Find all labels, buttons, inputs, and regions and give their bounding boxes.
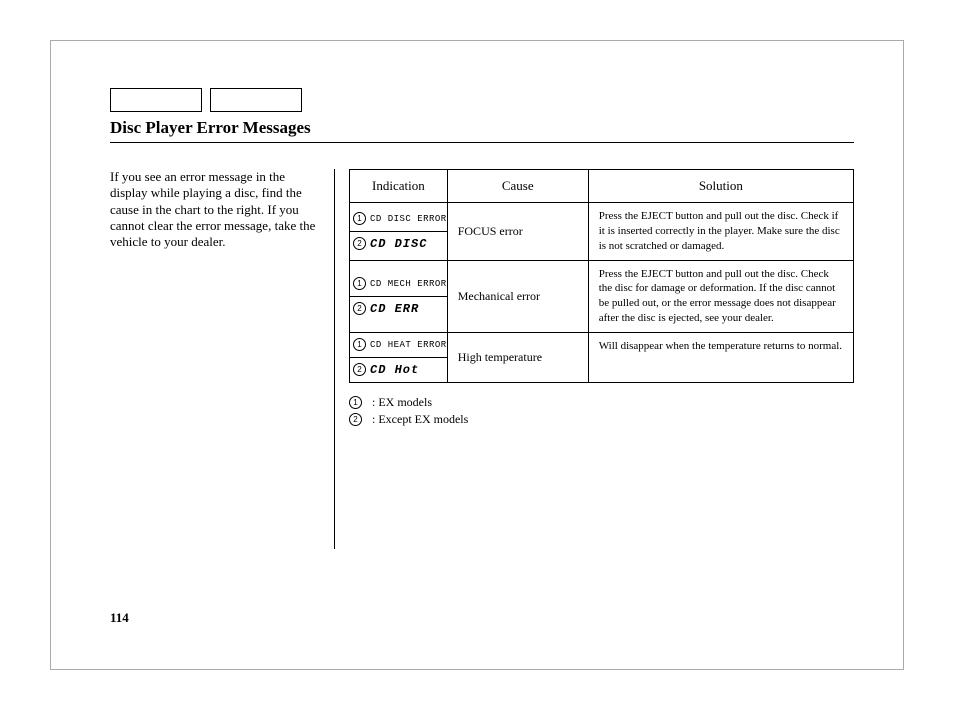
intro-text: If you see an error message in the displ… xyxy=(110,169,320,549)
table-header-row: Indication Cause Solution xyxy=(350,170,854,203)
cause-cell: Mechanical error xyxy=(447,260,588,332)
page-number: 114 xyxy=(110,610,129,626)
indication-row: 1 CD MECH ERROR xyxy=(350,272,447,296)
lcd-text: CD MECH ERROR xyxy=(370,279,447,289)
legend-line: 2 : Except EX models xyxy=(349,412,854,427)
indication-row: 2 CD ERR xyxy=(350,296,447,321)
table-row: 1 CD HEAT ERROR 2 CD Hot High temperatur… xyxy=(350,332,854,382)
indication-row: 2 CD Hot xyxy=(350,357,447,382)
circle-indicator: 1 xyxy=(349,396,362,409)
indication-row: 2 CD DISC xyxy=(350,231,447,256)
legend-text: : Except EX models xyxy=(372,412,468,427)
indication-cell: 1 CD HEAT ERROR 2 CD Hot xyxy=(350,332,448,382)
page-title: Disc Player Error Messages xyxy=(110,118,854,138)
solution-cell: Press the EJECT button and pull out the … xyxy=(588,260,853,332)
circle-indicator: 2 xyxy=(349,413,362,426)
tab-placeholder-1 xyxy=(110,88,202,112)
circle-indicator: 1 xyxy=(353,338,366,351)
table-column: Indication Cause Solution 1 CD DISC ERRO… xyxy=(345,169,854,549)
circle-indicator: 2 xyxy=(353,302,366,315)
th-cause: Cause xyxy=(447,170,588,203)
th-indication: Indication xyxy=(350,170,448,203)
solution-cell: Will disappear when the temperature retu… xyxy=(588,332,853,382)
table-row: 1 CD DISC ERROR 2 CD DISC FOCUS error Pr… xyxy=(350,203,854,261)
cause-cell: High temperature xyxy=(447,332,588,382)
header-tabs xyxy=(110,88,854,112)
indication-row: 1 CD DISC ERROR xyxy=(350,207,447,231)
tab-placeholder-2 xyxy=(210,88,302,112)
circle-indicator: 2 xyxy=(353,237,366,250)
lcd-text: CD Hot xyxy=(370,363,447,377)
lcd-text: CD ERR xyxy=(370,302,447,316)
lcd-text: CD DISC ERROR xyxy=(370,214,447,224)
column-divider xyxy=(334,169,335,549)
solution-cell: Press the EJECT button and pull out the … xyxy=(588,203,853,261)
table-row: 1 CD MECH ERROR 2 CD ERR Mechanical erro… xyxy=(350,260,854,332)
page: Disc Player Error Messages If you see an… xyxy=(0,0,954,710)
lcd-text: CD DISC xyxy=(370,237,447,251)
title-rule xyxy=(110,142,854,143)
legend-line: 1 : EX models xyxy=(349,395,854,410)
indication-row: 1 CD HEAT ERROR xyxy=(350,333,447,357)
error-table: Indication Cause Solution 1 CD DISC ERRO… xyxy=(349,169,854,383)
indication-cell: 1 CD MECH ERROR 2 CD ERR xyxy=(350,260,448,332)
indication-cell: 1 CD DISC ERROR 2 CD DISC xyxy=(350,203,448,261)
cause-cell: FOCUS error xyxy=(447,203,588,261)
content-area: Disc Player Error Messages If you see an… xyxy=(110,88,854,549)
legend-text: : EX models xyxy=(372,395,432,410)
two-columns: If you see an error message in the displ… xyxy=(110,169,854,549)
th-solution: Solution xyxy=(588,170,853,203)
lcd-text: CD HEAT ERROR xyxy=(370,340,447,350)
circle-indicator: 1 xyxy=(353,277,366,290)
circle-indicator: 1 xyxy=(353,212,366,225)
legend: 1 : EX models 2 : Except EX models xyxy=(349,395,854,427)
circle-indicator: 2 xyxy=(353,363,366,376)
